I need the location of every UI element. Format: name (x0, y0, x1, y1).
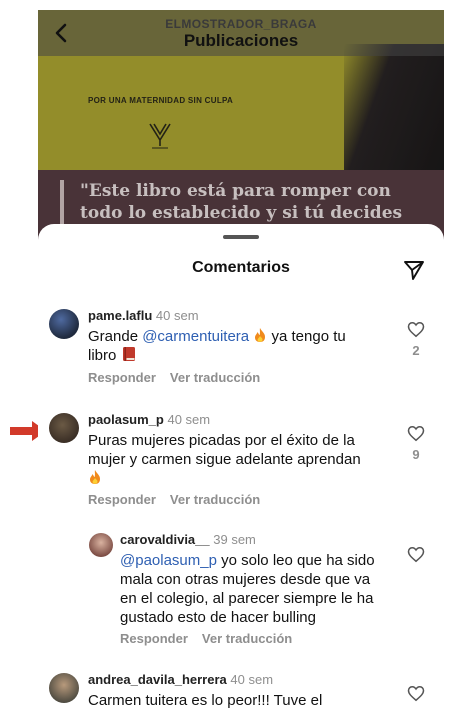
drag-handle[interactable] (223, 235, 259, 239)
comment-text: Grande @carmentuitera ya tengo tu libro (88, 328, 346, 364)
heart-icon[interactable] (407, 321, 425, 338)
comment-time: 40 sem (155, 308, 199, 323)
comment-time: 39 sem (213, 532, 256, 547)
top-header: ELMOSTRADOR_BRAGA Publicaciones (38, 10, 444, 56)
fire-emoji-icon (90, 470, 100, 484)
translate-button[interactable]: Ver traducción (202, 631, 292, 646)
heart-icon[interactable] (407, 685, 425, 702)
heart-icon[interactable] (407, 546, 425, 563)
mention-link[interactable]: @carmentuitera (142, 328, 249, 345)
reply-button[interactable]: Responder (120, 631, 188, 646)
comment-text: Puras mujeres picadas por el éxito de la… (88, 431, 398, 488)
page-title: Publicaciones (183, 31, 299, 50)
comment-username[interactable]: carovaldivia__ (120, 532, 210, 547)
comment-text: Carmen tuitera es lo peor!!! Tuve el (88, 692, 323, 709)
avatar[interactable] (49, 673, 79, 703)
avatar[interactable] (49, 309, 79, 339)
mention-link[interactable]: @paolasum_p (120, 552, 217, 569)
comment-username[interactable]: pame.laflu (88, 308, 152, 323)
send-icon[interactable] (402, 258, 426, 282)
like-count: 2 (412, 343, 420, 358)
heart-icon[interactable] (407, 425, 425, 442)
translate-button[interactable]: Ver traducción (170, 492, 260, 507)
like-count: 9 (412, 447, 420, 462)
avatar[interactable] (89, 533, 113, 557)
header-username: ELMOSTRADOR_BRAGA (165, 17, 317, 31)
phone-screen: POR UNA MATERNIDAD SIN CULPA "Este libro… (38, 10, 444, 710)
comment-username[interactable]: andrea_davila_herrera (88, 672, 227, 687)
comment-username[interactable]: paolasum_p (88, 412, 164, 427)
comment-time: 40 sem (230, 672, 274, 687)
book-emoji-icon (122, 347, 135, 361)
comments-title: Comentarios (192, 259, 290, 276)
reply-button[interactable]: Responder (88, 370, 156, 385)
avatar[interactable] (49, 413, 79, 443)
reply-button[interactable]: Responder (88, 492, 156, 507)
comment-time: 40 sem (167, 412, 211, 427)
comment-text: @paolasum_p yo solo leo que ha sido mala… (120, 552, 375, 626)
fire-emoji-icon (255, 328, 266, 342)
comments-sheet: Comentarios pame.laflu 40 sem Grande @ca… (38, 224, 444, 710)
translate-button[interactable]: Ver traducción (170, 370, 260, 385)
